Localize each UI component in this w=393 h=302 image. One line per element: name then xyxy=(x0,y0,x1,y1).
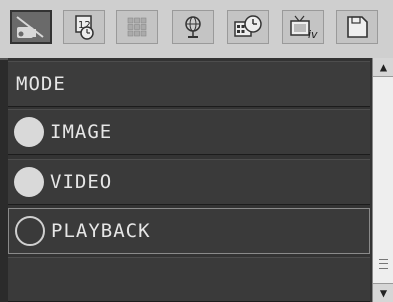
menu-empty-row xyxy=(8,257,370,302)
tab-memory-card[interactable] xyxy=(336,10,378,44)
option-label: VIDEO xyxy=(50,171,113,193)
menu-option-playback[interactable]: PLAYBACK xyxy=(8,208,370,254)
option-label: IMAGE xyxy=(50,121,113,143)
camera-settings-screen: 12 iv MODE IMAGE VIDEO PLAYBACK ▲ ▼ xyxy=(0,0,393,302)
scrollbar-thumb[interactable] xyxy=(373,76,393,284)
globe-icon xyxy=(185,16,201,38)
tab-grid-layout[interactable] xyxy=(116,10,158,44)
option-label: PLAYBACK xyxy=(51,220,151,242)
grip-icon xyxy=(379,259,388,269)
tab-camera[interactable] xyxy=(10,10,52,44)
tab-tv-output[interactable]: iv xyxy=(282,10,324,44)
scroll-up-arrow-icon[interactable]: ▲ xyxy=(373,58,393,76)
tab-date-time[interactable]: 12 xyxy=(63,10,105,44)
settings-toolbar: 12 iv xyxy=(0,0,393,60)
date-time-icon: 12 xyxy=(75,15,94,40)
vertical-scrollbar[interactable]: ▲ ▼ xyxy=(372,58,393,302)
memory-card-icon xyxy=(347,16,368,38)
grid-layout-icon xyxy=(127,17,147,37)
mode-menu-list: MODE IMAGE VIDEO PLAYBACK xyxy=(8,58,372,302)
schedule-icon xyxy=(234,15,262,37)
menu-header: MODE xyxy=(8,61,370,107)
tv-output-icon: iv xyxy=(290,15,318,41)
menu-option-image[interactable]: IMAGE xyxy=(8,109,370,155)
scroll-down-arrow-icon[interactable]: ▼ xyxy=(373,284,393,302)
radio-selected-icon xyxy=(15,216,45,246)
tab-schedule[interactable] xyxy=(227,10,269,44)
svg-text:iv: iv xyxy=(308,28,318,41)
camera-icon xyxy=(16,16,44,38)
radio-unselected-icon xyxy=(14,117,44,147)
menu-option-video[interactable]: VIDEO xyxy=(8,159,370,205)
tab-globe[interactable] xyxy=(172,10,214,44)
menu-title: MODE xyxy=(16,73,66,95)
radio-unselected-icon xyxy=(14,167,44,197)
